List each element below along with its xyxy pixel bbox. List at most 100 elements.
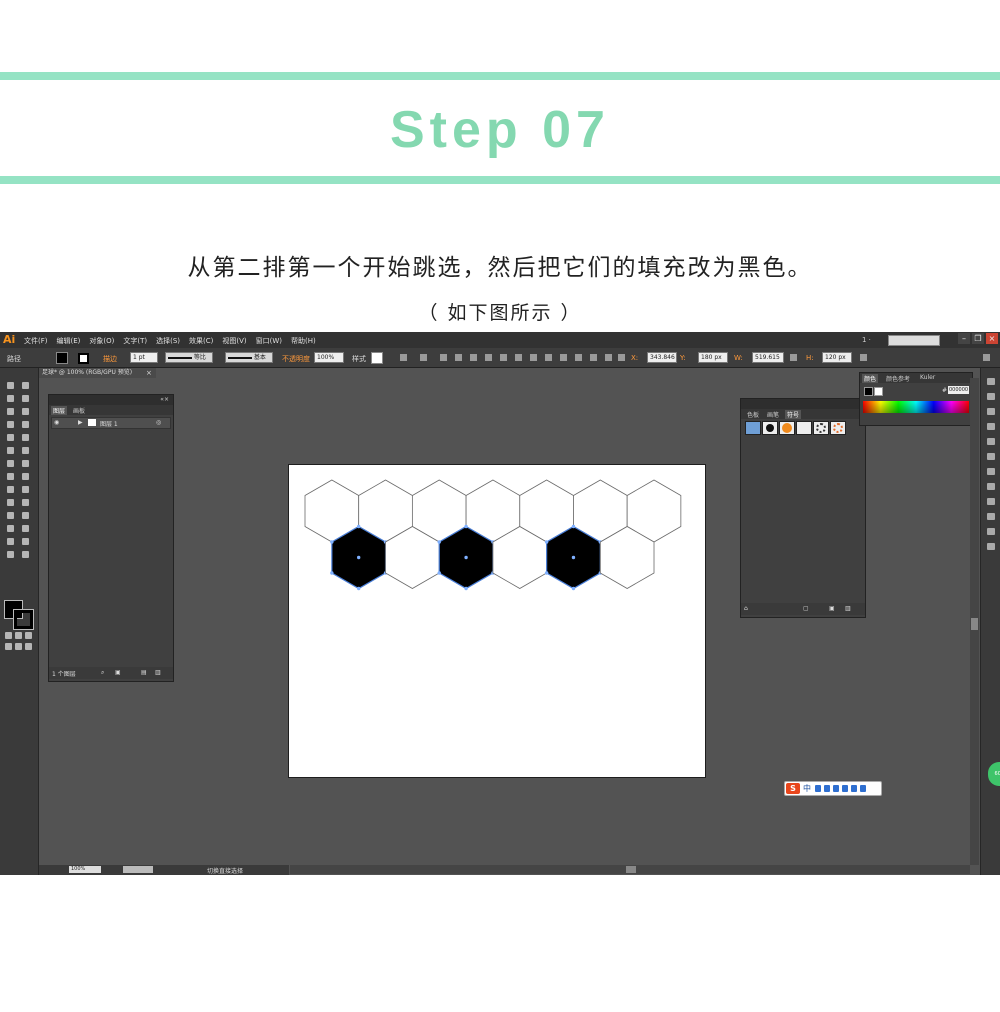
eye-icon[interactable]: ◉ — [54, 419, 59, 426]
artboards-dock-icon[interactable] — [987, 513, 995, 520]
screen-mode-icon[interactable] — [25, 643, 32, 650]
menu-item[interactable]: 选择(S) — [156, 336, 180, 346]
symbol-library-icon[interactable]: ⌂ — [744, 605, 748, 612]
keyboard-icon[interactable] — [833, 785, 839, 792]
delete-layer-icon[interactable]: ▥ — [155, 669, 161, 676]
rotate-tool-icon[interactable] — [7, 460, 14, 467]
tab-kuler[interactable]: Kuler — [920, 374, 935, 381]
tab-brushes[interactable]: 画笔 — [765, 410, 781, 419]
anchor-point[interactable] — [356, 555, 361, 560]
stroke-swatch[interactable] — [78, 353, 89, 364]
menu-item[interactable]: 窗口(W) — [256, 336, 282, 346]
skin-icon[interactable] — [851, 785, 857, 792]
artboard[interactable] — [288, 464, 706, 778]
pathfinder-dock-icon[interactable] — [987, 543, 995, 550]
free-transform-tool-icon[interactable] — [22, 473, 29, 480]
symbol-orange-disc-icon[interactable] — [779, 421, 795, 435]
color-stroke-swatch[interactable] — [874, 387, 883, 396]
slice-tool-icon[interactable] — [22, 538, 29, 545]
symbols-dock-icon[interactable] — [987, 408, 995, 415]
x-field[interactable]: 343.846 — [647, 352, 677, 363]
fill-swatch[interactable] — [56, 352, 68, 364]
distribute-bottom-icon[interactable] — [560, 354, 567, 361]
color-mode-icon[interactable] — [5, 632, 12, 639]
gradient-tool-icon[interactable] — [22, 499, 29, 506]
tab-layers[interactable]: 图层 — [51, 406, 68, 415]
symbol-orange-flower-icon[interactable] — [830, 421, 846, 435]
link-icon[interactable] — [790, 354, 797, 361]
color-fill-swatch[interactable] — [864, 387, 873, 396]
new-layer-icon[interactable]: ▤ — [141, 669, 147, 676]
y-field[interactable]: 180 px — [698, 352, 728, 363]
target-icon[interactable]: ◎ — [156, 419, 161, 426]
type-tool-icon[interactable] — [22, 408, 29, 415]
zoom-tool-icon[interactable] — [22, 551, 29, 558]
menu-item[interactable]: 文件(F) — [24, 336, 48, 346]
stroke-color-box[interactable] — [13, 609, 34, 630]
scale-tool-icon[interactable] — [22, 460, 29, 467]
tab-artboards[interactable]: 画板 — [71, 406, 87, 415]
menu-item[interactable]: 帮助(H) — [291, 336, 316, 346]
menu-item[interactable]: 编辑(E) — [57, 336, 81, 346]
h-field[interactable]: 120 px — [822, 352, 852, 363]
collapse-icon[interactable]: «× — [160, 396, 169, 403]
search-input[interactable] — [888, 335, 940, 346]
layer-row[interactable]: ◉ ▶ 图层 1 ◎ — [51, 417, 171, 429]
symbol-sprayer-tool-icon[interactable] — [7, 525, 14, 532]
pencil-tool-icon[interactable] — [22, 434, 29, 441]
panel-menu-icon[interactable] — [983, 354, 990, 361]
distribute-middle-icon[interactable] — [545, 354, 552, 361]
tab-swatches[interactable]: 色板 — [745, 410, 761, 419]
profile-dropdown[interactable]: 等比 — [165, 352, 213, 363]
anchor-point[interactable] — [437, 571, 441, 575]
eyedropper-tool-icon[interactable] — [7, 512, 14, 519]
anchor-point[interactable] — [356, 524, 361, 529]
ime-mode-label[interactable]: 中 — [803, 783, 811, 794]
stroke-weight-field[interactable]: 1 pt — [130, 352, 158, 363]
color-guide-dock-icon[interactable] — [987, 378, 995, 385]
none-mode-icon[interactable] — [25, 632, 32, 639]
ime-toolbar[interactable]: S 中 — [784, 781, 882, 796]
anchor-point[interactable] — [571, 586, 576, 591]
anchor-point[interactable] — [330, 540, 334, 544]
new-symbol-icon[interactable]: ▣ — [829, 605, 835, 612]
menu-item[interactable]: 文字(T) — [123, 336, 147, 346]
vertical-scrollbar[interactable] — [970, 378, 979, 865]
paintbrush-tool-icon[interactable] — [7, 434, 14, 441]
tab-color[interactable]: 颜色 — [862, 374, 879, 383]
restore-icon[interactable]: ❐ — [972, 333, 984, 344]
anchor-point[interactable] — [464, 524, 468, 529]
tab-color-guide[interactable]: 颜色参考 — [886, 374, 910, 383]
direct-selection-tool-icon[interactable] — [22, 382, 29, 389]
graph-tool-icon[interactable] — [22, 525, 29, 532]
align-center-icon[interactable] — [455, 354, 462, 361]
gradient-dock-icon[interactable] — [987, 438, 995, 445]
new-sublayer-icon[interactable]: ▣ — [115, 669, 121, 676]
blob-brush-tool-icon[interactable] — [7, 447, 14, 454]
eraser-tool-icon[interactable] — [22, 447, 29, 454]
perspective-tool-icon[interactable] — [22, 486, 29, 493]
close-icon[interactable]: × — [986, 333, 998, 344]
rectangle-tool-icon[interactable] — [22, 421, 29, 428]
color-spectrum[interactable] — [863, 401, 969, 413]
horizontal-scroll-thumb[interactable] — [626, 866, 636, 873]
artboard-navigator[interactable] — [123, 866, 153, 873]
symbol-blue-bar-icon[interactable] — [745, 421, 761, 435]
hex-field[interactable]: 000000 — [948, 386, 969, 394]
align-icon[interactable] — [420, 354, 427, 361]
anchor-point[interactable] — [437, 540, 441, 544]
align-dock-icon[interactable] — [987, 528, 995, 535]
opacity-label[interactable]: 不透明度 — [282, 354, 310, 364]
reference-point-icon[interactable] — [618, 354, 625, 361]
delete-symbol-icon[interactable]: ▥ — [845, 605, 851, 612]
horizontal-scrollbar[interactable] — [290, 865, 970, 874]
recolor-icon[interactable] — [400, 354, 407, 361]
anchor-point[interactable] — [464, 555, 468, 560]
distribute-right-icon[interactable] — [605, 354, 612, 361]
line-tool-icon[interactable] — [7, 421, 14, 428]
style-swatch[interactable] — [371, 352, 383, 364]
hand-tool-icon[interactable] — [7, 551, 14, 558]
minimize-icon[interactable]: – — [958, 333, 970, 344]
locate-object-icon[interactable]: ⌕ — [101, 669, 104, 677]
distribute-left-icon[interactable] — [575, 354, 582, 361]
